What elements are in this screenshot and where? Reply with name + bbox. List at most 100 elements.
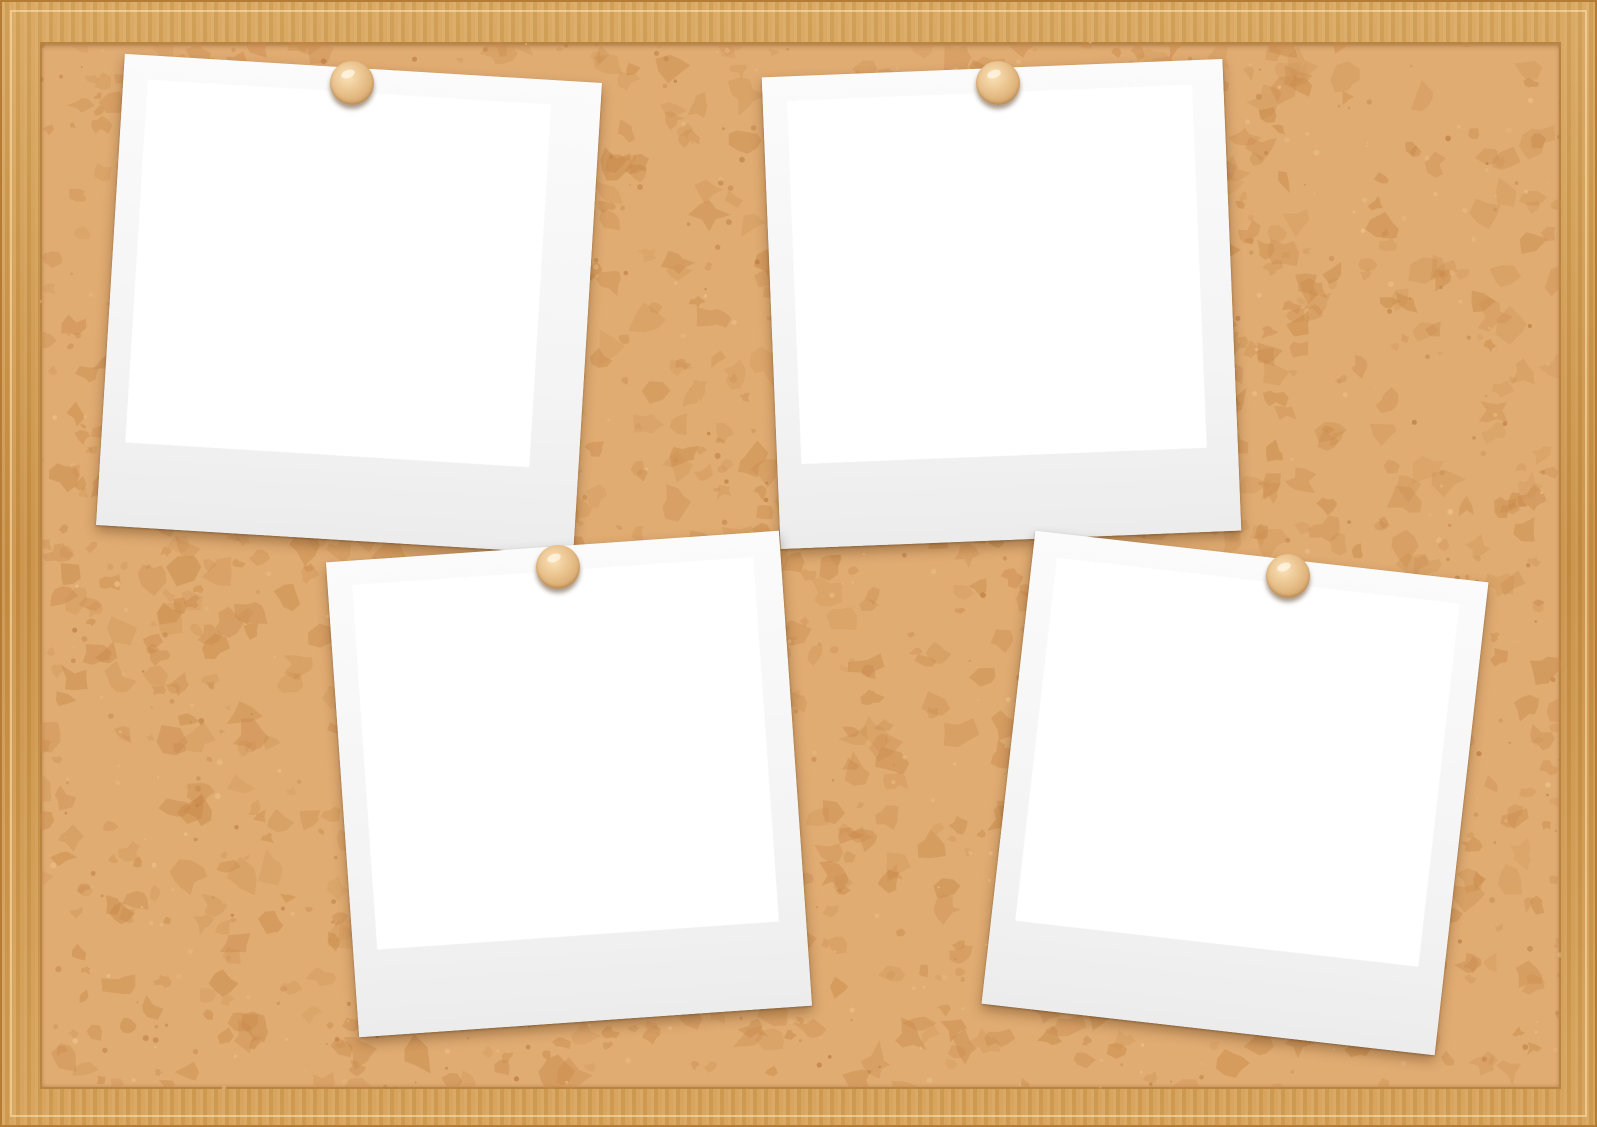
cork-speckle [1545, 181, 1548, 184]
cork-speckle [786, 48, 789, 51]
polaroid-photo-bottom-left[interactable] [325, 530, 813, 1038]
cork-speckle [102, 1047, 108, 1053]
cork-speckle [1314, 422, 1347, 443]
thumbtack-pin-icon[interactable] [536, 545, 580, 589]
cork-speckle [1400, 1060, 1407, 1067]
cork-speckle [1255, 93, 1262, 100]
cork-speckle [120, 561, 128, 570]
cork-speckle [688, 199, 731, 232]
cork-speckle [153, 974, 172, 988]
cork-speckle [162, 632, 168, 638]
cork-speckle [849, 1007, 855, 1013]
cork-speckle [960, 977, 966, 983]
cork-speckle [1352, 210, 1356, 214]
cork-speckle [258, 849, 283, 886]
cork-speckle [287, 42, 310, 52]
cork-speckle [61, 314, 87, 336]
polaroid-photo-top-right[interactable] [761, 58, 1242, 550]
cork-speckle [122, 890, 149, 910]
cork-speckle [1494, 195, 1497, 197]
cork-speckle [1483, 952, 1497, 973]
thumbtack-pin-icon[interactable] [976, 61, 1020, 105]
cork-speckle [525, 43, 527, 46]
cork-speckle [988, 851, 993, 856]
cork-speckle [227, 774, 256, 794]
cork-speckle [164, 1023, 169, 1027]
cork-speckle [833, 950, 837, 954]
cork-speckle [704, 288, 707, 291]
cork-speckle [1387, 308, 1392, 314]
cork-speckle [230, 913, 234, 917]
cork-speckle [722, 127, 725, 130]
cork-speckle [828, 1055, 832, 1059]
cork-speckle [1411, 79, 1434, 112]
cork-speckle [603, 1041, 613, 1050]
cork-speckle [1337, 104, 1341, 108]
cork-speckle [1557, 973, 1561, 977]
cork-speckle [1002, 556, 1008, 561]
cork-speckle [1020, 1077, 1030, 1089]
cork-speckle [40, 42, 45, 48]
cork-speckle [1548, 723, 1560, 733]
cork-speckle [100, 695, 104, 699]
cork-speckle [528, 1025, 531, 1028]
cork-speckle [632, 413, 664, 434]
cork-speckle [154, 1068, 163, 1076]
cork-speckle [1149, 1082, 1153, 1086]
cork-speckle [738, 392, 750, 403]
cork-speckle [52, 415, 57, 420]
cork-speckle [1254, 347, 1259, 352]
cork-speckle [814, 843, 844, 863]
cork-speckle [73, 226, 92, 240]
cork-speckle [1170, 1080, 1173, 1083]
cork-speckle [91, 115, 113, 134]
thumbtack-pin-icon[interactable] [1266, 554, 1310, 598]
polaroid-photo-bottom-right[interactable] [981, 530, 1489, 1056]
cork-speckle [1366, 144, 1369, 148]
cork-speckle [945, 1059, 958, 1070]
cork-speckle [146, 733, 155, 742]
cork-speckle [1401, 333, 1410, 343]
cork-speckle [1458, 495, 1474, 517]
cork-speckle [220, 993, 235, 1006]
cork-speckle [1304, 548, 1310, 554]
cork-speckle [85, 618, 96, 626]
cork-speckle [455, 57, 464, 63]
cork-speckle [1018, 1084, 1021, 1086]
cork-speckle [812, 750, 817, 755]
cork-speckle [346, 1001, 351, 1007]
cork-speckle [1546, 362, 1550, 366]
cork-speckle [1457, 939, 1462, 944]
cork-speckle [954, 543, 980, 569]
cork-speckle [55, 966, 62, 973]
cork-speckle [1481, 1056, 1487, 1062]
cork-speckle [788, 1018, 794, 1025]
cork-speckle [55, 691, 77, 706]
cork-speckle [1267, 1083, 1283, 1089]
cork-speckle [192, 913, 215, 936]
cork-speckle [171, 888, 175, 891]
cork-speckle [104, 660, 137, 693]
thumbtack-pin-icon[interactable] [330, 61, 374, 105]
cork-speckle [67, 97, 95, 113]
cork-speckle [1541, 821, 1551, 830]
cork-speckle [326, 1022, 334, 1030]
cork-speckle [317, 828, 325, 835]
cork-speckle [179, 722, 216, 753]
cork-speckle [954, 958, 957, 961]
cork-speckle [1490, 648, 1509, 667]
polaroid-photo-top-left[interactable] [96, 53, 602, 555]
cork-speckle [882, 771, 909, 790]
cork-speckle [645, 467, 648, 471]
cork-speckle [1549, 875, 1561, 885]
cork-speckle [1296, 297, 1307, 306]
cork-speckle [1527, 324, 1532, 328]
cork-speckle [1267, 225, 1287, 243]
cork-speckle [584, 441, 604, 457]
cork-speckle [1277, 106, 1280, 109]
cork-speckle [1461, 42, 1471, 48]
cork-speckle [1480, 450, 1487, 457]
cork-speckle [907, 631, 915, 638]
cork-speckle [1481, 421, 1507, 445]
cork-speckle [216, 759, 223, 766]
